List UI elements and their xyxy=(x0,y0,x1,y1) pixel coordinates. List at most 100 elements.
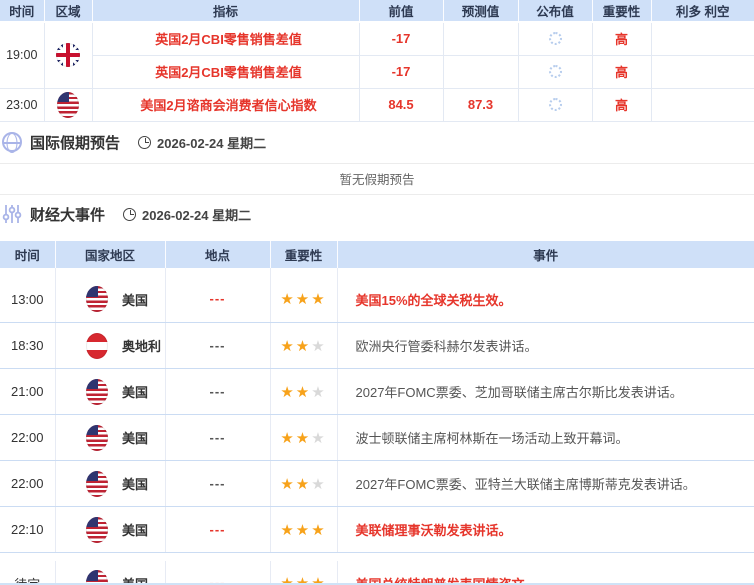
country-name: 美国 xyxy=(122,431,148,446)
stars-filled: ★★★ xyxy=(280,522,326,539)
published-cell xyxy=(518,22,592,55)
event-row[interactable]: 13:00 美国 --- ★★★ 美国15%的全球关税生效。 xyxy=(0,277,754,323)
uk-flag-icon xyxy=(56,43,80,67)
event-row[interactable]: 待定 美国 --- ★★★ 美国总统特朗普发表国情咨文。 xyxy=(0,561,754,585)
indicator-name[interactable]: 英国2月CBI零售销售差值 xyxy=(92,22,359,55)
holiday-empty-text: 暂无假期预告 xyxy=(339,169,414,188)
event-text[interactable]: 2027年FOMC票委、亚特兰大联储主席博斯蒂克发表讲话。 xyxy=(337,461,754,507)
col-location: 地点 xyxy=(165,241,270,268)
event-row[interactable]: 22:00 美国 --- ★★★ 波士顿联储主席柯林斯在一场活动上致开幕词。 xyxy=(0,415,754,461)
indicator-time: 19:00 xyxy=(0,22,44,88)
country-cell: 美国 xyxy=(55,415,165,461)
col-time: 时间 xyxy=(0,0,44,22)
event-text[interactable]: 欧洲央行管委科赫尔发表讲话。 xyxy=(337,323,754,369)
event-row[interactable]: 21:00 美国 --- ★★★ 2027年FOMC票委、芝加哥联储主席古尔斯比… xyxy=(0,369,754,415)
indicator-name[interactable]: 美国2月谘商会消费者信心指数 xyxy=(92,88,359,121)
event-time: 22:00 xyxy=(0,415,55,461)
country-name: 美国 xyxy=(122,523,148,538)
importance-stars: ★★★ xyxy=(270,323,337,369)
stars-empty: ★ xyxy=(311,476,326,493)
globe-icon xyxy=(2,132,22,152)
published-cell xyxy=(518,88,592,121)
austria-flag-icon xyxy=(86,333,108,359)
country-cell: 奥地利 xyxy=(55,323,165,369)
bull-bear-cell xyxy=(651,55,754,88)
stars-empty: ★ xyxy=(311,384,326,401)
event-time: 21:00 xyxy=(0,369,55,415)
forecast-value xyxy=(443,22,518,55)
event-text[interactable]: 美联储理事沃勒发表讲话。 xyxy=(337,507,754,553)
us-flag-icon xyxy=(86,471,108,497)
us-flag-icon xyxy=(86,379,108,405)
events-icon xyxy=(2,204,22,224)
country-name: 美国 xyxy=(122,477,148,492)
col-published: 公布值 xyxy=(518,0,592,22)
indicator-row[interactable]: 19:00 英国2月CBI零售销售差值 -17 高 xyxy=(0,22,754,55)
holiday-section-title: 国际假期预告 xyxy=(30,132,120,153)
us-flag-icon xyxy=(86,425,108,451)
holiday-empty-row: 暂无假期预告 xyxy=(0,164,754,195)
stars-filled: ★★ xyxy=(280,384,311,401)
col-importance: 重要性 xyxy=(592,0,651,22)
col-time: 时间 xyxy=(0,241,55,268)
stars-empty: ★ xyxy=(311,338,326,355)
stars-filled: ★★ xyxy=(280,430,311,447)
region-cell xyxy=(44,88,92,121)
previous-value: -17 xyxy=(359,55,443,88)
importance-stars: ★★★ xyxy=(270,561,337,585)
row-gap xyxy=(0,553,754,561)
holiday-section-header: 国际假期预告 2026-02-24 星期二 xyxy=(0,122,754,164)
indicator-row[interactable]: 23:00 美国2月谘商会消费者信心指数 84.5 87.3 高 xyxy=(0,88,754,121)
col-forecast: 预测值 xyxy=(443,0,518,22)
loading-spinner-icon xyxy=(549,32,562,45)
event-row[interactable]: 22:00 美国 --- ★★★ 2027年FOMC票委、亚特兰大联储主席博斯蒂… xyxy=(0,461,754,507)
location-value: --- xyxy=(210,384,226,399)
us-flag-icon xyxy=(86,517,108,543)
loading-spinner-icon xyxy=(549,65,562,78)
col-region: 区域 xyxy=(44,0,92,22)
indicator-time: 23:00 xyxy=(0,88,44,121)
indicator-table: 时间 区域 指标 前值 预测值 公布值 重要性 利多 利空 19:00 英国2月… xyxy=(0,0,754,122)
published-cell xyxy=(518,55,592,88)
country-cell: 美国 xyxy=(55,561,165,585)
event-time: 13:00 xyxy=(0,277,55,323)
col-indicator: 指标 xyxy=(92,0,359,22)
events-section-title: 财经大事件 xyxy=(30,204,105,225)
loading-spinner-icon xyxy=(549,98,562,111)
forecast-value: 87.3 xyxy=(443,88,518,121)
indicator-name[interactable]: 英国2月CBI零售销售差值 xyxy=(92,55,359,88)
previous-value: 84.5 xyxy=(359,88,443,121)
holiday-section-date: 2026-02-24 星期二 xyxy=(157,133,266,152)
country-name: 美国 xyxy=(122,293,148,308)
location-value: --- xyxy=(210,338,226,353)
event-time: 待定 xyxy=(0,561,55,585)
location-value: --- xyxy=(210,430,226,445)
col-previous: 前值 xyxy=(359,0,443,22)
event-text[interactable]: 美国15%的全球关税生效。 xyxy=(337,277,754,323)
importance-stars: ★★★ xyxy=(270,369,337,415)
location-value: --- xyxy=(210,476,226,491)
importance-stars: ★★★ xyxy=(270,415,337,461)
clock-icon xyxy=(123,208,136,221)
country-cell: 美国 xyxy=(55,507,165,553)
events-section-header: 财经大事件 2026-02-24 星期二 xyxy=(0,195,754,234)
stars-filled: ★★★ xyxy=(280,291,326,308)
stars-filled: ★★ xyxy=(280,476,311,493)
importance-value: 高 xyxy=(592,22,651,55)
event-text[interactable]: 2027年FOMC票委、芝加哥联储主席古尔斯比发表讲话。 xyxy=(337,369,754,415)
event-time: 22:10 xyxy=(0,507,55,553)
event-row[interactable]: 22:10 美国 --- ★★★ 美联储理事沃勒发表讲话。 xyxy=(0,507,754,553)
event-text[interactable]: 波士顿联储主席柯林斯在一场活动上致开幕词。 xyxy=(337,415,754,461)
event-text[interactable]: 美国总统特朗普发表国情咨文。 xyxy=(337,561,754,585)
location-value: --- xyxy=(210,522,226,537)
stars-empty: ★ xyxy=(311,430,326,447)
events-section-date: 2026-02-24 星期二 xyxy=(142,205,251,224)
country-cell: 美国 xyxy=(55,461,165,507)
event-row[interactable]: 18:30 奥地利 --- ★★★ 欧洲央行管委科赫尔发表讲话。 xyxy=(0,323,754,369)
importance-stars: ★★★ xyxy=(270,507,337,553)
indicator-row[interactable]: 英国2月CBI零售销售差值 -17 高 xyxy=(0,55,754,88)
importance-value: 高 xyxy=(592,55,651,88)
country-name: 美国 xyxy=(122,385,148,400)
importance-value: 高 xyxy=(592,88,651,121)
stars-filled: ★★ xyxy=(280,338,311,355)
